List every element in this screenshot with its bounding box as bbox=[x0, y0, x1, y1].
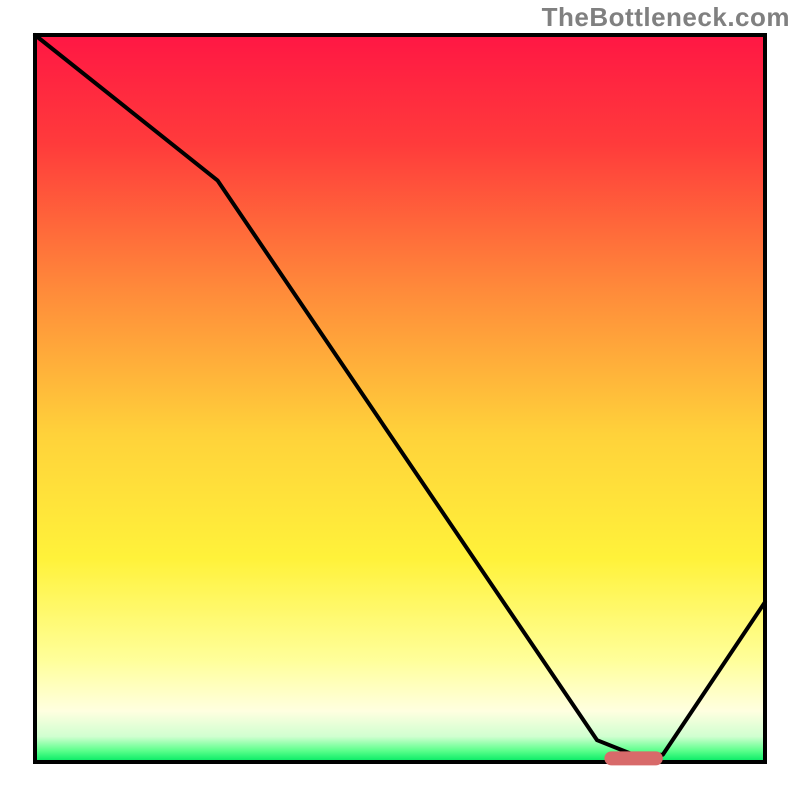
bottleneck-chart bbox=[0, 0, 800, 800]
optimal-range-marker bbox=[604, 751, 662, 765]
chart-container: TheBottleneck.com bbox=[0, 0, 800, 800]
plot-background bbox=[35, 35, 765, 762]
watermark-text: TheBottleneck.com bbox=[542, 2, 790, 33]
